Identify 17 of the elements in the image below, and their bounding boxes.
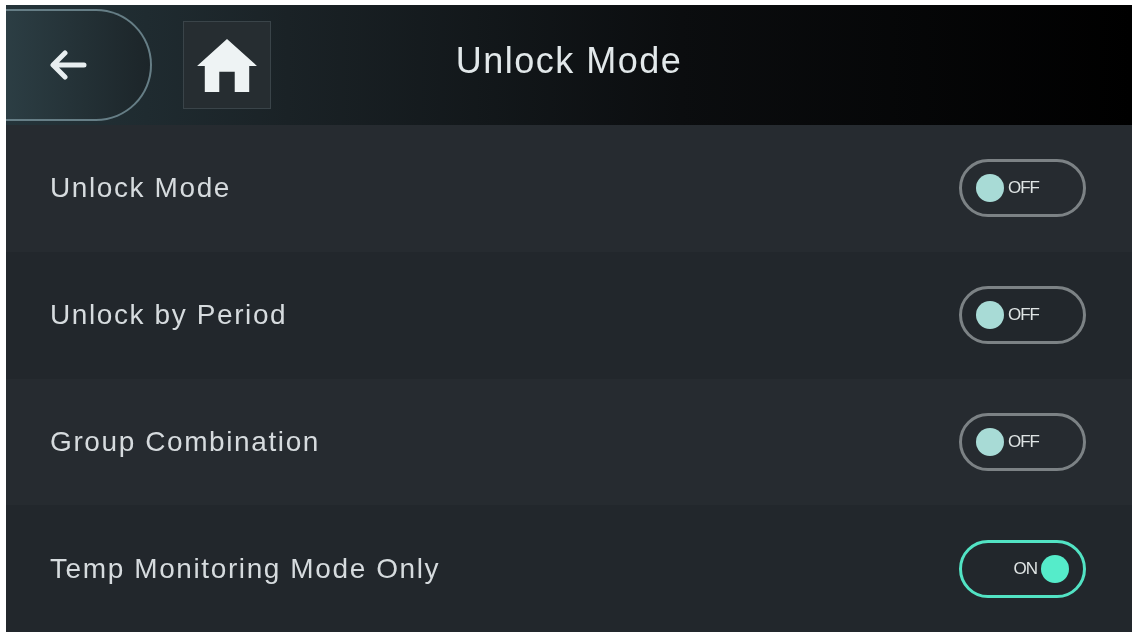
knob-icon	[976, 427, 1004, 456]
screen-title: Unlock Mode	[455, 40, 683, 82]
back-arrow-icon	[48, 50, 88, 80]
setting-label: Temp Monitoring Mode Only	[50, 552, 441, 585]
toggle-switch[interactable]: OFF	[959, 412, 1086, 471]
knob-icon	[1041, 554, 1069, 583]
setting-label: Unlock Mode	[50, 172, 231, 205]
setting-label: Group Combination	[50, 425, 320, 458]
home-icon	[196, 37, 258, 93]
back-button[interactable]	[6, 9, 152, 121]
home-button[interactable]	[183, 21, 271, 109]
knob-icon	[976, 301, 1004, 330]
toggle-switch[interactable]: OFF	[959, 159, 1086, 218]
toggle-switch[interactable]: OFF	[959, 286, 1086, 345]
setting-label: Unlock by Period	[50, 299, 288, 332]
toggle-switch[interactable]: ON	[959, 539, 1086, 598]
knob-icon	[976, 174, 1004, 203]
